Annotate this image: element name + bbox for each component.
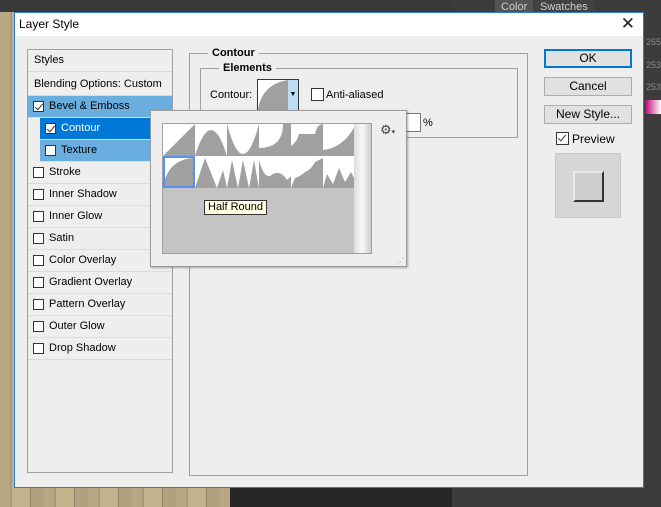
- half-round-contour-icon: [258, 80, 288, 110]
- contour-preset-tile[interactable]: [291, 156, 323, 188]
- elements-group-title: Elements: [219, 62, 276, 74]
- contour-preset-tile[interactable]: [259, 124, 291, 156]
- style-item-label: Texture: [61, 144, 98, 156]
- preview-thumbnail: [555, 153, 621, 218]
- ok-button[interactable]: OK: [544, 49, 632, 68]
- styles-header-label: Styles: [34, 54, 64, 66]
- contour-shape-icon: [323, 126, 355, 156]
- contour-shape-icon: [227, 160, 259, 188]
- title-bar: Layer Style ✕: [15, 13, 643, 36]
- contour-grid: Half Round: [162, 123, 372, 254]
- contour-shape-icon: [291, 124, 323, 156]
- checkbox[interactable]: [33, 277, 44, 288]
- contour-preset-tile[interactable]: [291, 124, 323, 156]
- contour-preset-tile[interactable]: [323, 124, 355, 156]
- contour-shape-icon: [195, 130, 227, 156]
- scrollbar[interactable]: [354, 124, 371, 253]
- style-item-label: Inner Shadow: [49, 188, 117, 200]
- contour-shape-icon: [259, 160, 291, 188]
- gear-icon[interactable]: ⚙▾: [380, 122, 395, 138]
- checkbox[interactable]: [33, 233, 44, 244]
- style-item-outer-glow[interactable]: Outer Glow: [28, 316, 172, 338]
- blending-options-label: Blending Options: Custom: [34, 78, 162, 90]
- resize-grip-icon[interactable]: ⋰: [396, 257, 404, 266]
- style-item-label: Satin: [49, 232, 75, 244]
- range-input[interactable]: [406, 113, 421, 132]
- checkbox[interactable]: [33, 211, 44, 222]
- contour-picker-popup: Half Round ⚙▾ ⋰: [150, 110, 407, 267]
- cancel-button[interactable]: Cancel: [544, 77, 632, 96]
- contour-shape-icon: [163, 124, 195, 156]
- color-value: 253: [646, 82, 661, 92]
- checkbox[interactable]: [33, 189, 44, 200]
- style-item-label: Pattern Overlay: [49, 298, 126, 310]
- layer-style-dialog: Layer Style ✕ Styles Blending Options: C…: [14, 12, 644, 488]
- contour-preset-tile[interactable]: [195, 124, 227, 156]
- style-item-label: Stroke: [49, 166, 81, 178]
- preview-checkbox[interactable]: [556, 132, 569, 145]
- checkbox[interactable]: [45, 123, 56, 134]
- contour-shape-icon: [227, 124, 259, 156]
- checkbox[interactable]: [33, 101, 44, 112]
- checkbox[interactable]: [33, 167, 44, 178]
- tooltip: Half Round: [204, 200, 268, 215]
- style-item-label: Outer Glow: [49, 320, 105, 332]
- new-style-button[interactable]: New Style...: [544, 105, 632, 124]
- style-item-pattern-overlay[interactable]: Pattern Overlay: [28, 294, 172, 316]
- color-value: 255: [646, 37, 661, 47]
- contour-preset-tile[interactable]: [323, 156, 355, 188]
- style-item-label: Bevel & Emboss: [49, 100, 130, 112]
- preview-square: [573, 171, 604, 202]
- contour-preset-tile[interactable]: [259, 156, 291, 188]
- style-item-label: Drop Shadow: [49, 342, 116, 354]
- contour-shape-icon: [163, 158, 195, 188]
- style-item-label: Color Overlay: [49, 254, 117, 266]
- range-unit: %: [423, 117, 433, 129]
- checkbox[interactable]: [33, 321, 44, 332]
- style-item-label: Contour: [61, 122, 101, 134]
- checkbox[interactable]: [33, 343, 44, 354]
- contour-preset-tile[interactable]: [163, 124, 195, 156]
- color-value: 253: [646, 60, 661, 70]
- anti-aliased-checkbox[interactable]: [311, 88, 324, 101]
- close-icon[interactable]: ✕: [621, 14, 635, 34]
- contour-preset-tile[interactable]: [227, 156, 259, 188]
- contour-shape-icon: [323, 168, 355, 188]
- blending-options[interactable]: Blending Options: Custom: [28, 74, 172, 96]
- style-item-drop-shadow[interactable]: Drop Shadow: [28, 338, 172, 360]
- contour-preset-tile[interactable]: [195, 156, 227, 188]
- preview-label: Preview: [572, 132, 615, 146]
- contour-shape-icon: [291, 158, 323, 188]
- dialog-title: Layer Style: [19, 17, 80, 31]
- style-item-label: Gradient Overlay: [49, 276, 133, 288]
- anti-aliased-label: Anti-aliased: [326, 89, 384, 101]
- contour-picker-button[interactable]: ▼: [257, 79, 299, 111]
- contour-shape-icon: [259, 124, 291, 156]
- color-ramp[interactable]: [645, 100, 661, 114]
- contour-group-title: Contour: [208, 47, 259, 59]
- style-item-gradient-overlay[interactable]: Gradient Overlay: [28, 272, 172, 294]
- checkbox[interactable]: [45, 145, 56, 156]
- contour-shape-icon: [195, 158, 227, 188]
- styles-header[interactable]: Styles: [28, 50, 172, 72]
- contour-preset-tile[interactable]: [163, 156, 195, 188]
- contour-label: Contour:: [210, 89, 253, 101]
- checkbox[interactable]: [33, 255, 44, 266]
- checkbox[interactable]: [33, 299, 44, 310]
- contour-preset-tile[interactable]: [227, 124, 259, 156]
- chevron-down-icon[interactable]: ▼: [288, 80, 298, 110]
- style-item-label: Inner Glow: [49, 210, 103, 222]
